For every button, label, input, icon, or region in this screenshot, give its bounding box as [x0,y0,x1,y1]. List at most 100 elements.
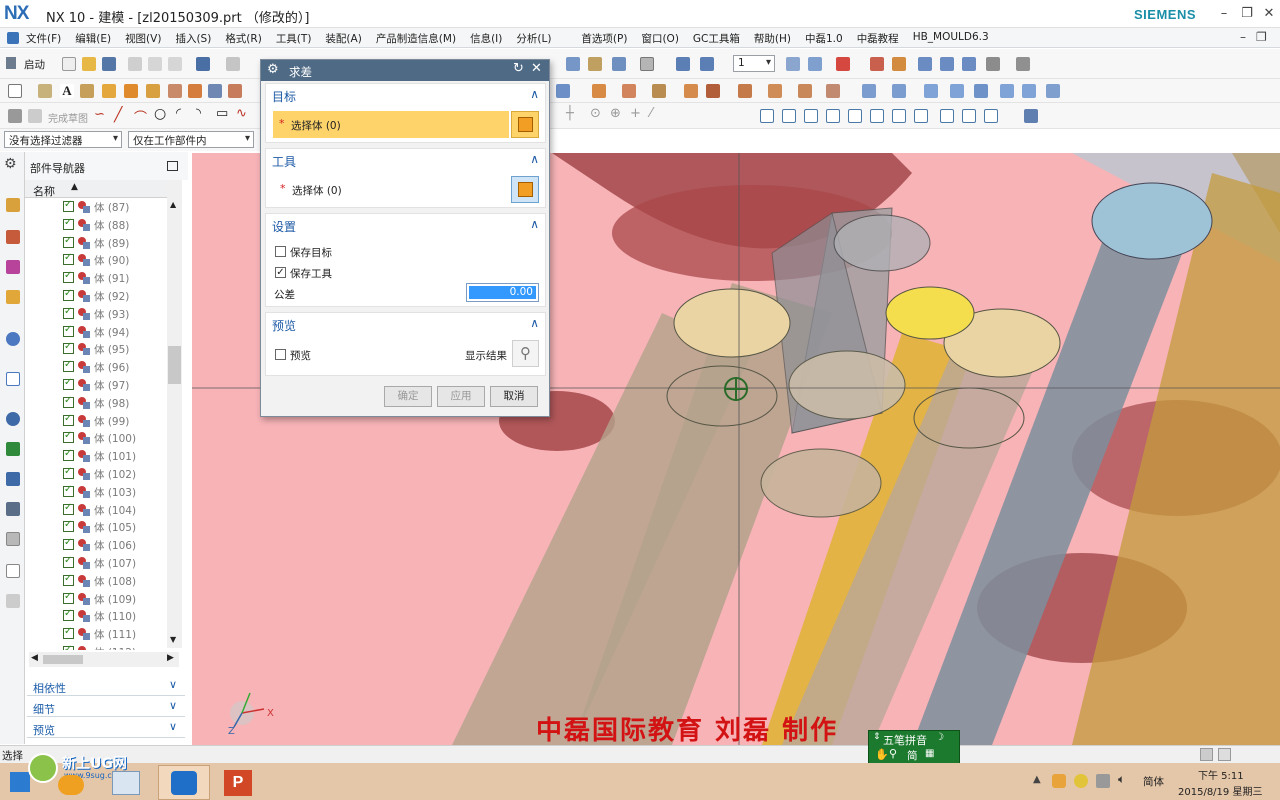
block-icon[interactable] [188,84,202,98]
tray-date[interactable]: 2015/8/19 星期三 [1178,783,1262,798]
wireframe-icon[interactable] [962,109,976,123]
snap-line-icon[interactable]: ⁄ [650,106,652,121]
menu-pmi[interactable]: 产品制造信息(M) [376,31,456,46]
menu-window[interactable]: 窗口(O) [641,31,678,46]
dialog-gear-icon[interactable]: ⚙ [267,62,279,77]
new-icon[interactable] [62,57,76,71]
tree-row[interactable]: 体 (93) [63,306,167,323]
panel-details[interactable]: 细节 ∨ [27,697,185,717]
intersect-icon[interactable] [622,84,636,98]
ime-arrows-icon[interactable]: ⇕ [873,732,881,742]
snap-point-icon[interactable]: + [630,106,641,121]
visibility-checkbox[interactable] [63,199,74,212]
scroll-left-icon[interactable]: ◀ [31,653,38,663]
tree-row[interactable]: 体 (108) [63,573,167,590]
tray-language[interactable]: 简体 [1143,774,1164,789]
visibility-checkbox[interactable] [63,519,74,533]
tray-network-icon[interactable] [1096,774,1110,788]
pan-icon[interactable] [804,109,818,123]
render-style-icon[interactable] [1024,109,1038,123]
tree-row[interactable]: 体 (91) [63,270,167,287]
process-studio-icon[interactable] [6,472,20,486]
fit-view-icon[interactable] [760,109,774,123]
extract-icon[interactable] [1046,84,1060,98]
visibility-checkbox[interactable] [63,270,74,284]
profile-icon[interactable]: ∽ [94,107,105,122]
history-icon[interactable] [6,412,20,426]
chamfer-icon[interactable] [768,84,782,98]
visibility-checkbox[interactable] [63,537,74,551]
ime-hand-icon[interactable]: ✋ [875,748,889,761]
visibility-checkbox[interactable] [63,252,74,266]
polygon-icon[interactable]: ∿ [236,106,247,121]
offset-face-icon[interactable] [706,84,720,98]
section-icon[interactable] [676,57,690,71]
sketch-icon[interactable] [8,84,22,98]
apply-button[interactable]: 应用 [437,386,485,407]
arc-icon[interactable]: ⌒ [134,107,147,126]
panel-preview[interactable]: 预览 ∨ [27,718,185,738]
assembly-navigator-icon[interactable] [6,198,20,212]
start-windows-icon[interactable] [10,772,30,792]
move-to-layer-icon[interactable] [808,57,822,71]
status-toggle-icon[interactable] [1200,748,1213,761]
chevron-up-icon[interactable]: ∧ [530,316,539,330]
sketch-options-icon[interactable] [8,109,22,123]
tree-row[interactable]: 体 (87) [63,199,167,216]
taskbar-app-icon[interactable] [58,775,84,795]
constraint-navigator-icon[interactable] [6,230,20,244]
snap-center-icon[interactable]: ⊙ [590,106,601,121]
settings-gear-icon[interactable]: ⚙ [4,156,17,172]
menu-preferences[interactable]: 首选项(P) [581,31,627,46]
cancel-button[interactable]: 取消 [490,386,538,407]
minimize-button[interactable]: – [1212,4,1236,24]
visibility-checkbox[interactable] [63,430,74,444]
visibility-checkbox[interactable] [63,502,74,515]
redo-icon[interactable] [226,57,240,71]
ime-name[interactable]: 五笔拼音 [883,732,927,748]
tree-row[interactable]: 体 (112) [63,644,167,650]
tree-row[interactable]: 体 (100) [63,430,167,447]
visibility-checkbox[interactable] [63,377,74,390]
target-header[interactable]: 目标 [272,88,296,105]
circle-icon[interactable]: ○ [154,106,166,122]
visibility-checkbox[interactable] [63,448,74,462]
unite-icon[interactable] [556,84,570,98]
paste-icon[interactable] [168,57,182,71]
preview-checkbox[interactable] [275,349,286,360]
nx-taskbar-button[interactable] [158,765,210,800]
visibility-checkbox[interactable] [63,608,74,622]
snap-tools-icon[interactable]: ┼ [566,106,574,121]
ime-search-icon[interactable]: ⚲ [889,747,897,760]
visibility-checkbox[interactable] [63,413,74,426]
iso-view-icon[interactable] [940,109,954,123]
tree-row[interactable]: 体 (106) [63,537,167,554]
patch-icon[interactable] [1000,84,1014,98]
open-icon[interactable] [82,57,96,71]
perspective-icon[interactable] [848,109,862,123]
visibility-checkbox[interactable] [63,235,74,248]
extrude-icon[interactable] [38,84,52,98]
edit-object-icon[interactable] [986,57,1000,71]
tray-user-icon[interactable] [1052,774,1066,788]
text-icon[interactable]: A [60,84,74,98]
visibility-checkbox[interactable] [63,324,74,337]
preview-header[interactable]: 预览 [272,317,296,334]
restore-button[interactable]: ❐ [1235,4,1259,24]
visibility-checkbox[interactable] [63,341,74,355]
scroll-thumb[interactable] [168,346,181,384]
pad-icon[interactable] [168,84,182,98]
file-explorer-icon[interactable] [112,771,140,795]
visibility-checkbox[interactable] [63,591,74,604]
hide-icon[interactable] [962,57,976,71]
line-icon[interactable]: ╱ [114,107,122,123]
snap-icon[interactable] [870,57,884,71]
app-menu-icon[interactable] [7,32,19,44]
tolerance-input[interactable]: 0.00 [466,283,539,302]
menu-zhonglei-tutorial[interactable]: 中磊教程 [857,31,899,46]
clip-icon[interactable] [700,57,714,71]
maximize-panel-icon[interactable] [167,161,178,171]
tree-row[interactable]: 体 (109) [63,591,167,608]
draft-icon[interactable] [798,84,812,98]
system-materials-icon[interactable] [6,442,20,456]
